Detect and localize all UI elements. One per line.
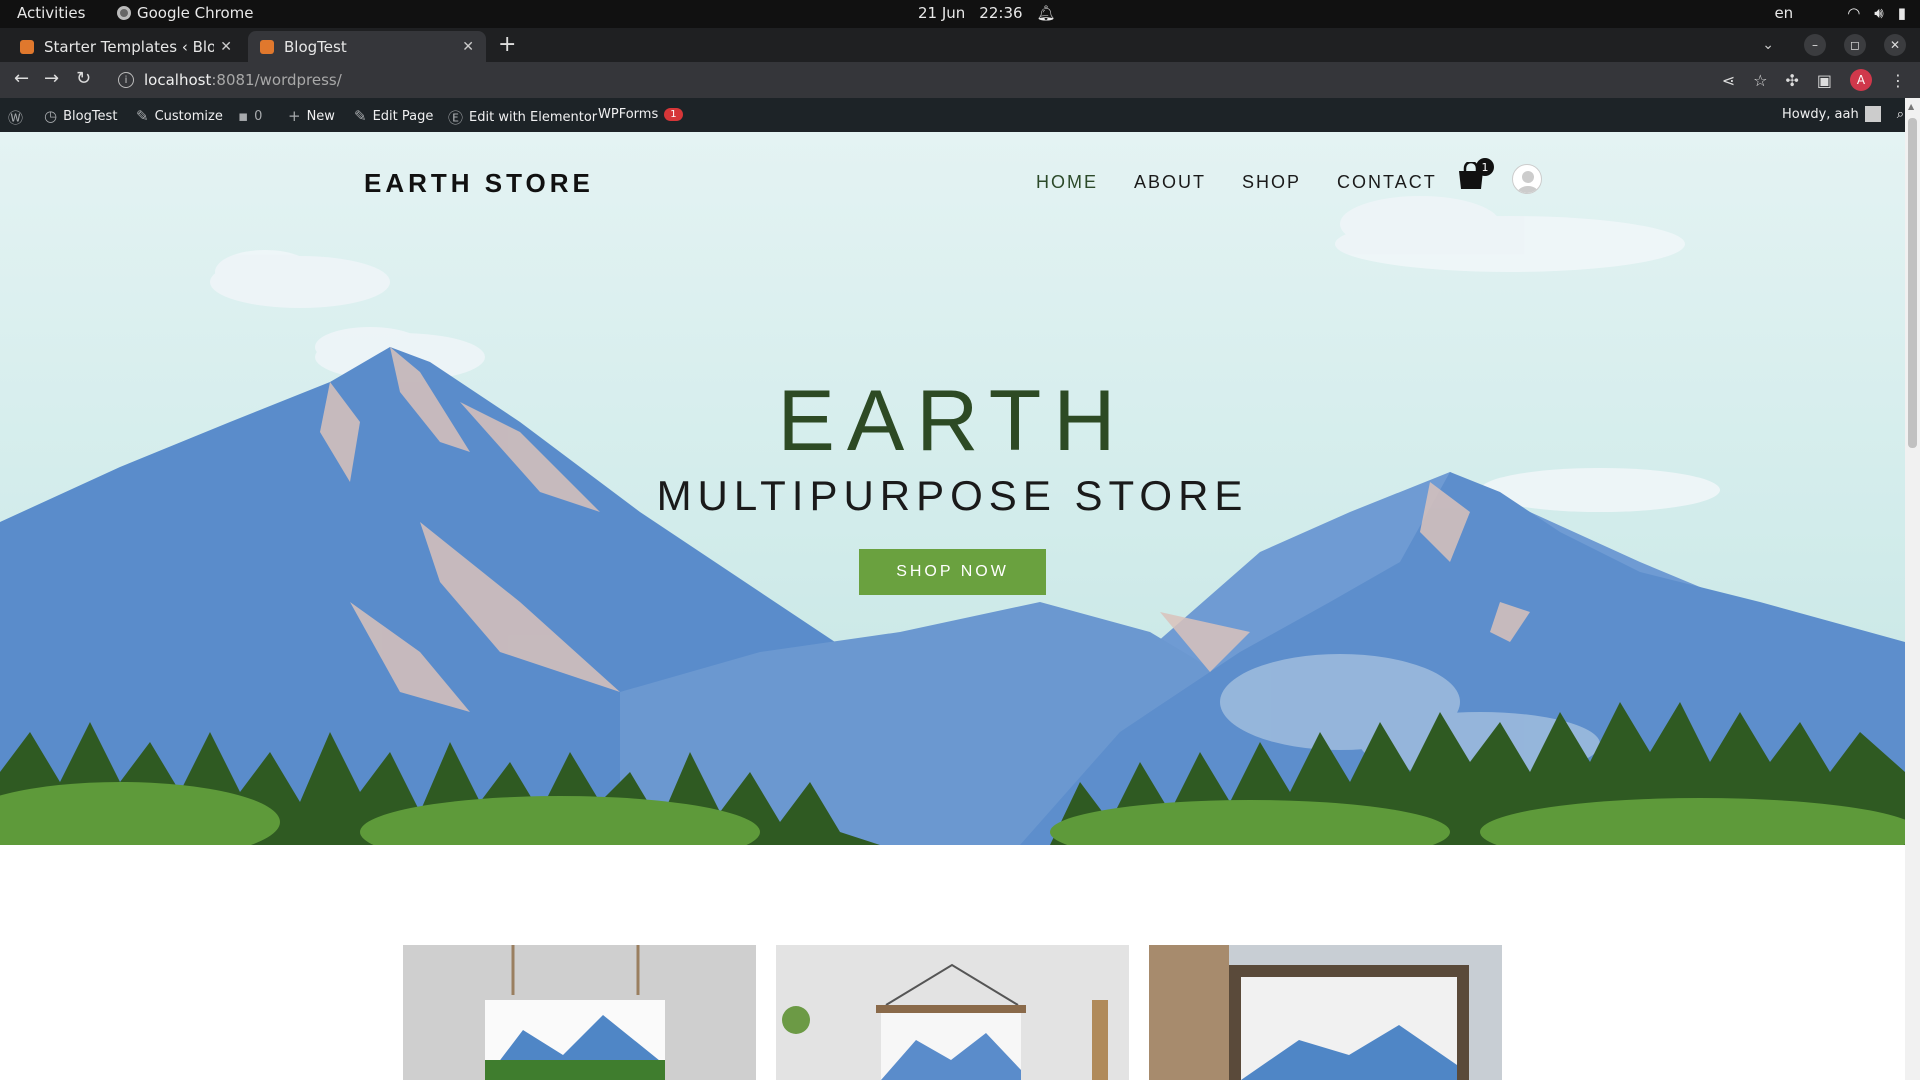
page-scrollbar[interactable]: ▲ (1905, 98, 1920, 1080)
wp-site-link[interactable]: ◷ BlogTest (44, 107, 117, 125)
wordpress-favicon-icon (20, 39, 34, 54)
wp-user-area: Howdy, aah ⌕ (1782, 106, 1904, 122)
user-silhouette-icon (1517, 171, 1539, 193)
tab-blogtest[interactable]: BlogTest ✕ (248, 31, 486, 62)
user-avatar (1864, 106, 1881, 122)
clock[interactable]: 21 Jun 22:36 🔔︎ (918, 4, 1056, 22)
reload-icon[interactable]: ↻ (76, 68, 91, 89)
window-controls: ⌄ – ◻ ✕ (1762, 34, 1906, 56)
hero-subtitle: MULTIPURPOSE STORE (656, 472, 1249, 519)
account-icon[interactable] (1512, 164, 1542, 194)
app-menu[interactable]: Google Chrome (117, 4, 254, 22)
search-icon[interactable]: ⌕ (1897, 107, 1904, 122)
site-logo[interactable]: EARTH STORE (364, 168, 594, 199)
comment-icon: ▪ (238, 107, 249, 125)
forward-icon[interactable]: → (44, 68, 59, 89)
system-top-bar: Activities Google Chrome 21 Jun 22:36 🔔︎… (0, 0, 1920, 28)
maximize-button[interactable]: ◻ (1844, 34, 1866, 56)
close-icon[interactable]: ✕ (220, 39, 232, 55)
product-image-poster[interactable] (403, 945, 756, 1080)
featured-products (0, 945, 1905, 1080)
minimize-button[interactable]: – (1804, 34, 1826, 56)
back-icon[interactable]: ← (14, 68, 29, 89)
battery-icon: ▮ (1897, 4, 1906, 22)
url-path: :8081/wordpress/ (211, 71, 342, 89)
wp-customize-link[interactable]: ✎ Customize (136, 107, 223, 125)
language-indicator[interactable]: en (1774, 4, 1793, 22)
tab-starter-templates[interactable]: Starter Templates ‹ BlogTest ✕ (8, 31, 244, 62)
url-host: localhost (144, 71, 212, 89)
shop-now-button[interactable]: SHOP NOW (859, 549, 1046, 595)
wp-wpforms-link[interactable]: WPForms 1 (598, 107, 683, 122)
notification-bell-icon: 🔔︎ (1036, 4, 1056, 22)
new-tab-button[interactable]: + (498, 32, 516, 57)
volume-icon: 🔊︎ (1874, 4, 1884, 22)
scrollbar-thumb[interactable] (1908, 118, 1917, 448)
wp-admin-bar: Ⓦ ◷ BlogTest ✎ Customize ▪ 0 + New ✎ Edit Pag… (0, 98, 1920, 132)
tab-strip: Starter Templates ‹ BlogTest ✕ BlogTest … (0, 28, 1920, 62)
product-image-framed-art[interactable] (1149, 945, 1502, 1080)
clock-date: 21 Jun (918, 4, 966, 22)
wp-comments-link[interactable]: ▪ 0 (238, 107, 262, 125)
cart-count-badge: 1 (1476, 158, 1494, 176)
bookmark-star-icon[interactable]: ☆ (1753, 71, 1767, 90)
address-bar[interactable]: i localhost:8081/wordpress/ (108, 66, 1688, 94)
close-icon[interactable]: ✕ (462, 39, 474, 55)
app-name: Google Chrome (137, 4, 254, 22)
hero-section: EARTH STORE HOME ABOUT SHOP CONTACT 1 EA… (0, 132, 1905, 845)
chrome-icon (117, 6, 131, 20)
wp-howdy-user[interactable]: Howdy, aah (1782, 106, 1881, 122)
dashboard-icon: ◷ (44, 107, 58, 125)
wifi-icon: ◠ (1847, 4, 1861, 22)
wpforms-badge: 1 (664, 108, 683, 121)
extensions-puzzle-icon[interactable]: ✣ (1785, 71, 1798, 90)
elementor-icon: Ⓔ (448, 109, 464, 127)
wp-elementor-link[interactable]: Ⓔ Edit with Elementor (448, 107, 597, 128)
brush-icon: ✎ (136, 107, 149, 125)
pencil-icon: ✎ (354, 107, 367, 125)
system-tray[interactable]: en ◠ 🔊︎ ▮ (1774, 4, 1906, 22)
main-navigation: HOME ABOUT SHOP CONTACT (1036, 172, 1437, 193)
wp-new-link[interactable]: + New (288, 107, 335, 125)
profile-avatar[interactable]: A (1850, 69, 1872, 91)
page-viewport: EARTH STORE HOME ABOUT SHOP CONTACT 1 EA… (0, 132, 1905, 1080)
hero-title: EARTH (777, 373, 1128, 469)
window-close-button[interactable]: ✕ (1884, 34, 1906, 56)
side-panel-icon[interactable]: ▣ (1817, 71, 1832, 90)
product-image-hanging-print[interactable] (776, 945, 1129, 1080)
browser-toolbar: ← → ↻ i localhost:8081/wordpress/ ⋖ ☆ ✣ … (0, 62, 1920, 98)
wordpress-favicon-icon (260, 39, 274, 54)
wp-edit-page-link[interactable]: ✎ Edit Page (354, 107, 433, 125)
nav-home[interactable]: HOME (1036, 172, 1098, 193)
wordpress-logo-icon[interactable]: Ⓦ (8, 107, 23, 128)
tab-search-icon[interactable]: ⌄ (1762, 37, 1774, 53)
share-icon[interactable]: ⋖ (1722, 71, 1735, 90)
scroll-up-icon[interactable]: ▲ (1908, 102, 1914, 111)
plus-icon: + (288, 107, 301, 125)
activities-button[interactable]: Activities (17, 4, 85, 22)
tab-title: BlogTest (284, 37, 347, 56)
nav-shop[interactable]: SHOP (1242, 172, 1301, 193)
nav-contact[interactable]: CONTACT (1337, 172, 1437, 193)
clock-time: 22:36 (979, 4, 1023, 22)
tab-title: Starter Templates ‹ BlogTest (44, 37, 215, 56)
toolbar-actions: ⋖ ☆ ✣ ▣ A ⋮ (1722, 69, 1906, 91)
menu-kebab-icon[interactable]: ⋮ (1890, 71, 1906, 90)
site-info-icon[interactable]: i (118, 72, 134, 88)
nav-about[interactable]: ABOUT (1134, 172, 1206, 193)
